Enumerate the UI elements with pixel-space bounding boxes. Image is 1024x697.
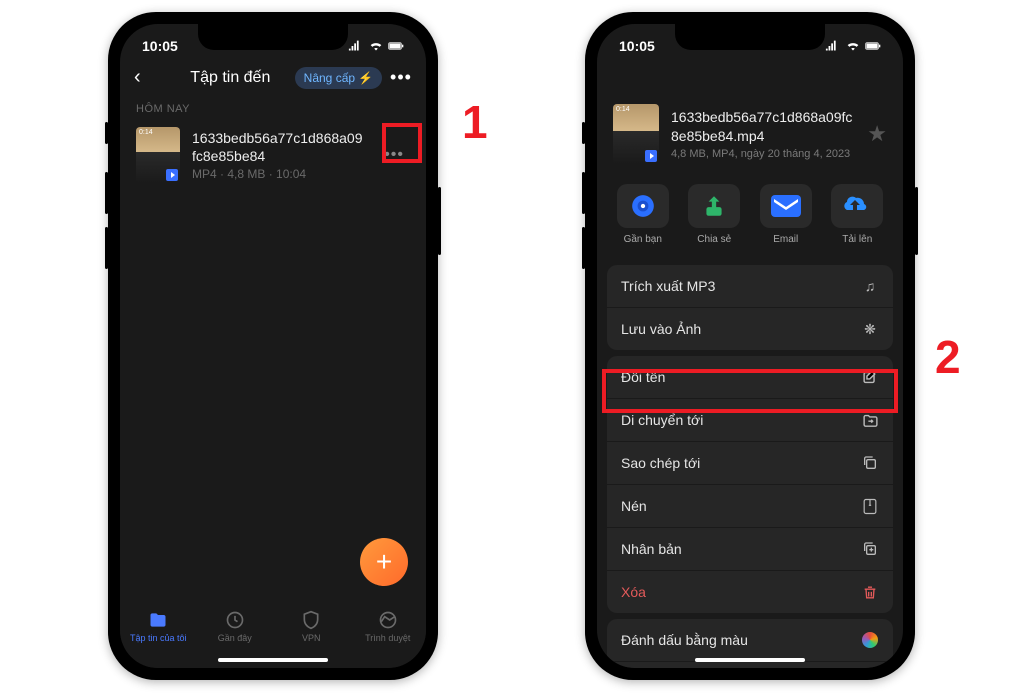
menu-label: Nén (621, 498, 647, 514)
tab-label: Gần đây (218, 633, 252, 643)
phone-frame-right: 10:05 0:14 1633bedb56a77c1d868a09fc8e85b… (585, 12, 915, 680)
tab-label: VPN (302, 633, 321, 643)
tab-label: Tập tin của tôi (130, 633, 187, 643)
page-title: Tập tin đến (164, 69, 287, 87)
quick-actions: Gần bạn Chia sẻ Email Tải lên (597, 176, 903, 259)
menu-add-favorite[interactable]: Thêm vào Yêu thích ☆ (607, 662, 893, 668)
menu-group-1: Trích xuất MP3 ♫ Lưu vào Ảnh ❋ (607, 265, 893, 350)
annotation-box-1 (382, 123, 422, 163)
action-upload[interactable]: Tải lên (822, 184, 894, 245)
menu-save-to-photos[interactable]: Lưu vào Ảnh ❋ (607, 308, 893, 350)
status-time: 10:05 (619, 38, 655, 54)
action-label: Tải lên (842, 234, 872, 245)
thumb-duration: 0:14 (616, 106, 630, 113)
menu-label: Sao chép tới (621, 455, 700, 471)
menu-label: Lưu vào Ảnh (621, 321, 701, 337)
phone-frame-left: 10:05 ‹ Tập tin đến Nâng cấp ⚡ ••• HÔM N… (108, 12, 438, 680)
play-icon (645, 150, 657, 162)
menu-label: Nhân bản (621, 541, 682, 557)
menu-delete[interactable]: Xóa (607, 571, 893, 613)
tab-browser[interactable]: Trình duyệt (350, 610, 427, 643)
color-ring-icon (861, 631, 879, 649)
tab-vpn[interactable]: VPN (273, 610, 350, 643)
status-icons (348, 40, 404, 52)
annotation-number-1: 1 (462, 95, 488, 149)
file-thumbnail: 0:14 (136, 127, 180, 183)
menu-duplicate[interactable]: Nhân bản (607, 528, 893, 571)
file-meta: MP4 · 4,8 MB · 10:04 (192, 167, 366, 181)
header-more-button[interactable]: ••• (390, 67, 412, 88)
tab-my-files[interactable]: Tập tin của tôi (120, 610, 197, 643)
file-row[interactable]: 0:14 1633bedb56a77c1d868a09fc8e85be84 MP… (120, 119, 426, 191)
status-icons (825, 40, 881, 52)
menu-label: Xóa (621, 584, 646, 600)
thumb-duration: 0:14 (139, 129, 153, 136)
fab-add-button[interactable]: + (360, 538, 408, 586)
favorite-star-icon[interactable]: ★ (867, 121, 887, 147)
upgrade-button[interactable]: Nâng cấp ⚡ (295, 67, 382, 89)
action-label: Email (773, 234, 798, 245)
menu-copy-to[interactable]: Sao chép tới (607, 442, 893, 485)
file-name: 1633bedb56a77c1d868a09fc8e85be84.mp4 (671, 108, 855, 144)
zip-icon (861, 497, 879, 515)
folder-arrow-icon (861, 411, 879, 429)
bolt-icon: ⚡ (358, 71, 373, 85)
app-header: ‹ Tập tin đến Nâng cấp ⚡ ••• (120, 60, 426, 95)
annotation-box-2 (602, 369, 898, 413)
file-meta: 4,8 MB, MP4, ngày 20 tháng 4, 2023 (671, 148, 855, 160)
action-label: Gần bạn (624, 234, 662, 245)
home-indicator[interactable] (218, 658, 328, 662)
back-button[interactable]: ‹ (134, 66, 156, 89)
menu-color-tag[interactable]: Đánh dấu bằng màu (607, 619, 893, 662)
duplicate-icon (861, 540, 879, 558)
action-label: Chia sẻ (697, 234, 731, 245)
sheet-header: 0:14 1633bedb56a77c1d868a09fc8e85be84.mp… (597, 60, 903, 176)
file-info: 1633bedb56a77c1d868a09fc8e85be84 MP4 · 4… (192, 129, 366, 181)
menu-label: Đánh dấu bằng màu (621, 632, 748, 648)
file-name: 1633bedb56a77c1d868a09fc8e85be84 (192, 129, 366, 165)
action-nearby[interactable]: Gần bạn (607, 184, 679, 245)
upgrade-label: Nâng cấp (304, 71, 355, 85)
menu-label: Trích xuất MP3 (621, 278, 715, 294)
tab-recent[interactable]: Gần đây (197, 610, 274, 643)
menu-compress[interactable]: Nén (607, 485, 893, 528)
music-note-icon: ♫ (861, 277, 879, 295)
action-share[interactable]: Chia sẻ (679, 184, 751, 245)
play-icon (166, 169, 178, 181)
trash-icon (861, 583, 879, 601)
status-time: 10:05 (142, 38, 178, 54)
tab-label: Trình duyệt (365, 633, 410, 643)
annotation-number-2: 2 (935, 330, 961, 384)
flower-icon: ❋ (861, 320, 879, 338)
menu-extract-mp3[interactable]: Trích xuất MP3 ♫ (607, 265, 893, 308)
menu-label: Di chuyển tới (621, 412, 703, 428)
copy-icon (861, 454, 879, 472)
file-thumbnail: 0:14 (613, 104, 659, 164)
home-indicator[interactable] (695, 658, 805, 662)
section-label: HÔM NAY (120, 95, 426, 119)
action-email[interactable]: Email (750, 184, 822, 245)
